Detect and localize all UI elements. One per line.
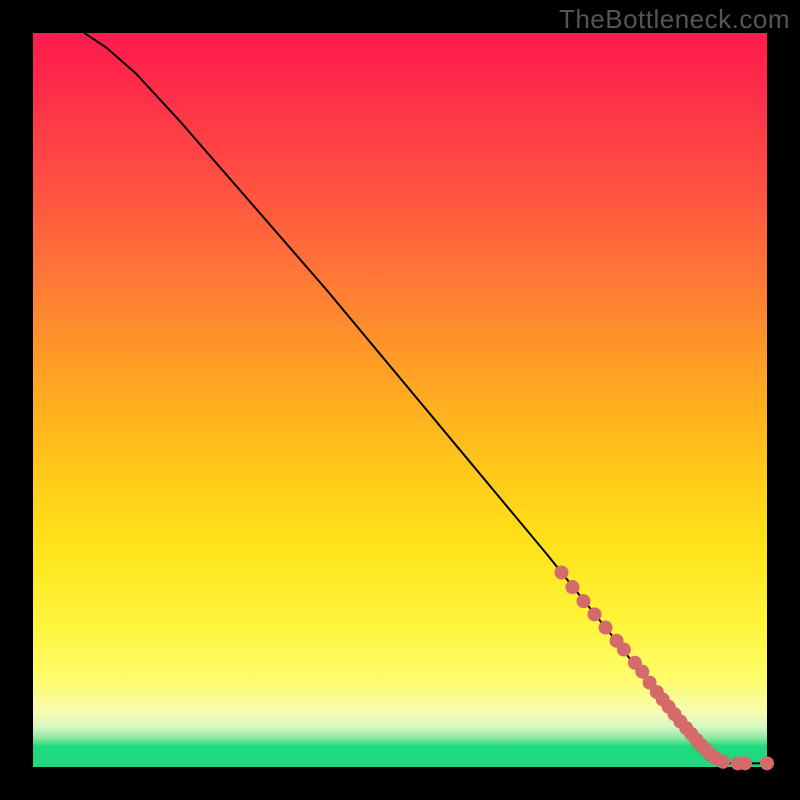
data-point: [577, 594, 591, 608]
data-point: [716, 755, 730, 769]
chart-frame: TheBottleneck.com: [0, 0, 800, 800]
chart-svg: [33, 33, 767, 767]
marker-layer: [554, 565, 774, 770]
data-point: [617, 643, 631, 657]
data-point: [588, 607, 602, 621]
curve-layer: [84, 33, 767, 763]
data-point: [554, 565, 568, 579]
data-point: [599, 621, 613, 635]
plot-area: [33, 33, 767, 767]
line-series: [84, 33, 767, 763]
data-point: [738, 756, 752, 770]
data-point: [565, 580, 579, 594]
data-point: [760, 756, 774, 770]
attribution-text: TheBottleneck.com: [559, 4, 790, 35]
